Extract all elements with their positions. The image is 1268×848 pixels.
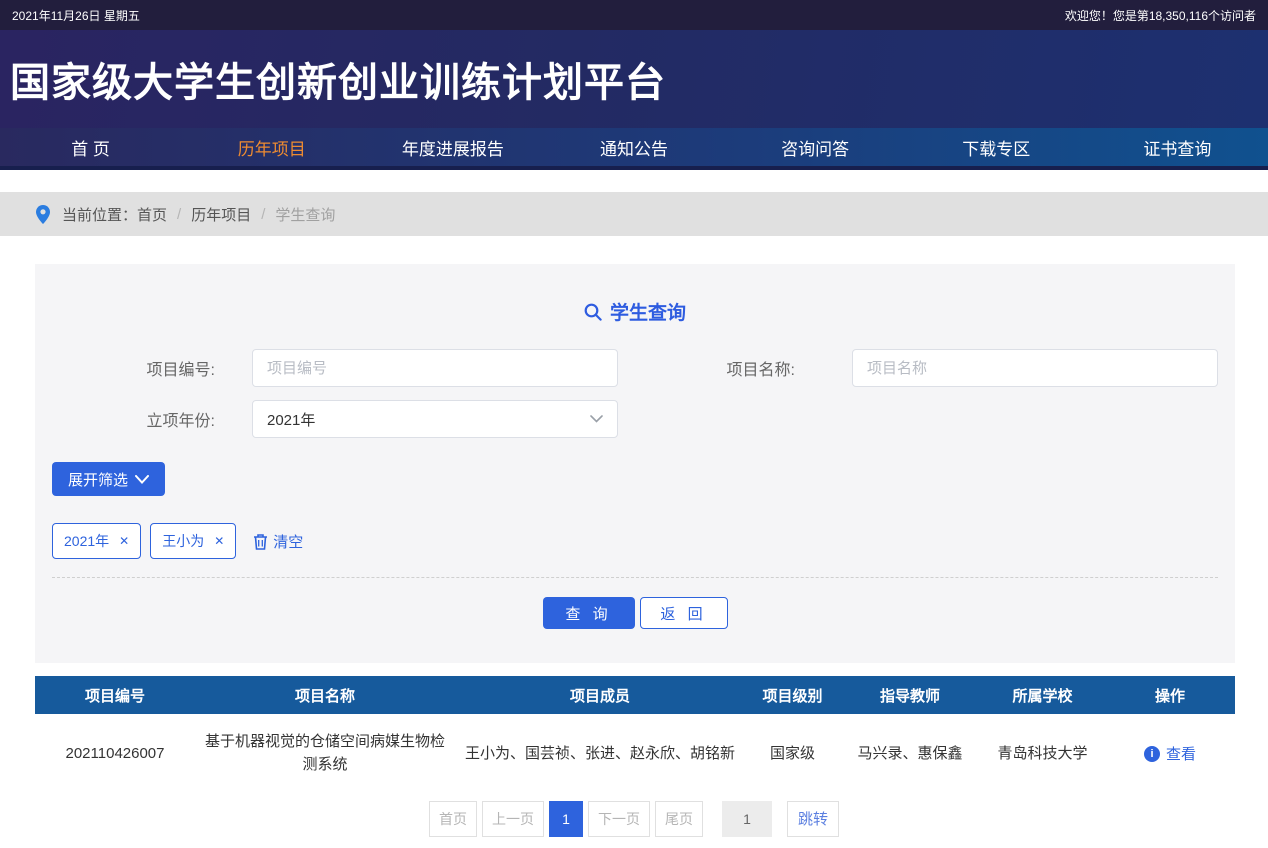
- page-first-button[interactable]: 首页: [428, 800, 477, 837]
- project-code-input[interactable]: [252, 349, 618, 387]
- breadcrumb-current: 学生查询: [275, 206, 336, 224]
- col-project-code: 项目编号: [35, 676, 195, 714]
- year-select[interactable]: 2021年: [252, 400, 618, 438]
- nav-item-notices[interactable]: 通知公告: [543, 128, 724, 166]
- cell-project-code: 202110426007: [35, 714, 195, 793]
- nav-item-past-projects[interactable]: 历年项目: [181, 128, 362, 166]
- remove-tag-icon[interactable]: ✕: [214, 535, 224, 547]
- filter-tag-year: 2021年 ✕: [52, 523, 142, 559]
- project-name-input[interactable]: [852, 349, 1218, 387]
- cell-project-name: 基于机器视觉的仓储空间病媒生物检测系统: [195, 714, 455, 793]
- visitor-counter: 欢迎您！您是第18,350,116个访问者: [1064, 8, 1256, 23]
- table-header-row: 项目编号 项目名称 项目成员 项目级别 指导教师 所属学校 操作: [35, 676, 1235, 714]
- year-label: 立项年份:: [146, 413, 215, 430]
- cell-actions: i 查看: [1105, 714, 1235, 793]
- cell-teachers: 马兴录、惠保鑫: [840, 714, 980, 793]
- main-nav: 首 页 历年项目 年度进展报告 通知公告 咨询问答 下载专区 证书查询: [0, 128, 1268, 170]
- page-number-current[interactable]: 1: [548, 800, 583, 837]
- filter-tag-student: 王小为 ✕: [150, 523, 237, 559]
- chevron-down-icon: [135, 474, 149, 484]
- nav-item-annual-report[interactable]: 年度进展报告: [362, 128, 543, 166]
- expand-filters-label: 展开筛选: [67, 471, 128, 489]
- top-bar: 2021年11月26日 星期五 欢迎您！您是第18,350,116个访问者: [0, 0, 1268, 30]
- remove-tag-icon[interactable]: ✕: [119, 535, 129, 547]
- nav-item-qa[interactable]: 咨询问答: [725, 128, 906, 166]
- col-level: 项目级别: [745, 676, 840, 714]
- page-next-button[interactable]: 下一页: [587, 800, 650, 837]
- clear-filters-button[interactable]: 清空: [253, 531, 303, 552]
- current-date: 2021年11月26日 星期五: [12, 8, 140, 23]
- year-select-value: 2021年: [267, 411, 316, 429]
- site-header: 国家级大学生创新创业训练计划平台: [0, 30, 1268, 128]
- col-teachers: 指导教师: [840, 676, 980, 714]
- cell-school: 青岛科技大学: [980, 714, 1105, 793]
- panel-title-text: 学生查询: [609, 303, 686, 324]
- pagination: 首页 上一页 1 下一页 尾页 跳转: [0, 800, 1268, 837]
- query-button[interactable]: 查 询: [542, 597, 635, 629]
- active-filter-tags: 2021年 ✕ 王小为 ✕ 清空: [52, 523, 1235, 559]
- breadcrumb-prefix: 当前位置：: [62, 206, 138, 224]
- view-link-label: 查看: [1165, 745, 1196, 763]
- page-last-button[interactable]: 尾页: [654, 800, 703, 837]
- page-jump-input[interactable]: [721, 800, 772, 837]
- cell-members: 王小为、国芸祯、张进、赵永欣、胡铭新: [455, 714, 745, 793]
- form-row-2: 立项年份: 2021年: [35, 400, 1235, 438]
- chevron-down-icon: [590, 415, 603, 423]
- site-title: 国家级大学生创新创业训练计划平台: [10, 61, 666, 105]
- search-icon: [584, 303, 602, 321]
- view-link[interactable]: i 查看: [1143, 743, 1196, 766]
- filter-tag-label: 2021年: [64, 533, 110, 549]
- breadcrumb-past-projects[interactable]: 历年项目: [191, 204, 251, 225]
- col-project-name: 项目名称: [195, 676, 455, 714]
- results-table: 项目编号 项目名称 项目成员 项目级别 指导教师 所属学校 操作 2021104…: [35, 676, 1235, 793]
- form-row-1: 项目编号: 项目名称:: [35, 349, 1235, 387]
- trash-icon: [254, 533, 268, 550]
- filter-tag-label: 王小为: [162, 533, 205, 549]
- breadcrumb: 当前位置： 首页 / 历年项目 / 学生查询: [0, 192, 1268, 236]
- nav-item-certificates[interactable]: 证书查询: [1087, 128, 1268, 166]
- nav-item-home[interactable]: 首 页: [0, 128, 181, 166]
- info-icon: i: [1143, 746, 1160, 763]
- nav-item-downloads[interactable]: 下载专区: [906, 128, 1087, 166]
- project-code-label: 项目编号:: [146, 362, 215, 379]
- project-name-label: 项目名称:: [726, 362, 795, 379]
- breadcrumb-separator: /: [177, 205, 182, 223]
- page-prev-button[interactable]: 上一页: [481, 800, 544, 837]
- table-row: 202110426007 基于机器视觉的仓储空间病媒生物检测系统 王小为、国芸祯…: [35, 714, 1235, 793]
- col-members: 项目成员: [455, 676, 745, 714]
- col-school: 所属学校: [980, 676, 1105, 714]
- breadcrumb-separator: /: [261, 205, 266, 223]
- dashed-divider: [52, 577, 1218, 578]
- back-button[interactable]: 返 回: [639, 597, 728, 629]
- panel-title: 学生查询: [35, 298, 1235, 325]
- student-query-panel: 学生查询 项目编号: 项目名称: 立项年份: 2021年 展开筛选 2021年 …: [35, 264, 1235, 663]
- cell-level: 国家级: [745, 714, 840, 793]
- clear-filters-label: 清空: [273, 533, 304, 551]
- expand-filters-button[interactable]: 展开筛选: [52, 462, 165, 496]
- col-actions: 操作: [1105, 676, 1235, 714]
- form-actions: 查 询 返 回: [35, 597, 1235, 629]
- location-pin-icon: [36, 204, 50, 224]
- breadcrumb-home[interactable]: 首页: [137, 204, 167, 225]
- page-jump-button[interactable]: 跳转: [786, 800, 839, 837]
